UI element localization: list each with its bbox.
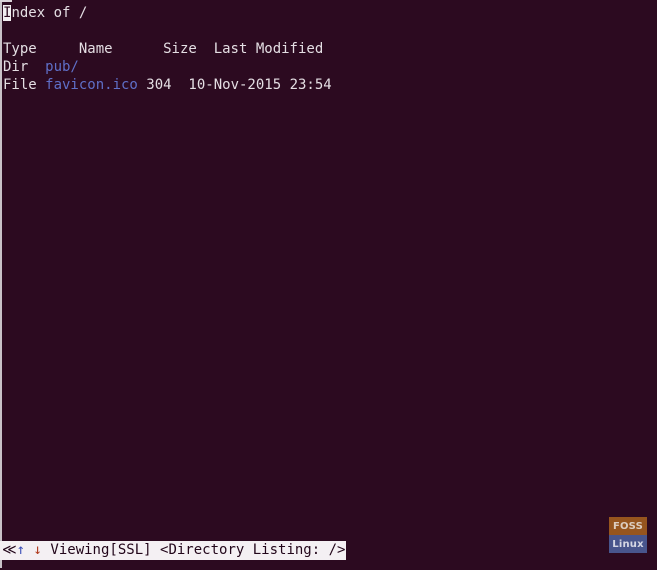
scroll-down-icon[interactable]: ↓ <box>34 542 42 558</box>
row-size: 304 <box>146 77 172 93</box>
row-last-modified: 10-Nov-2015 23:54 <box>188 77 332 93</box>
directory-link-pub[interactable]: pub/ <box>45 59 79 75</box>
watermark-linux-text: Linux <box>609 535 647 553</box>
column-header-type: Type <box>3 41 37 57</box>
terminal-screen: Index of / Type Name Size Last Modified Dir… <box>3 0 657 570</box>
status-security-badge: [SSL] <box>109 542 152 558</box>
foss-linux-watermark: FOSS Linux <box>609 517 647 553</box>
listing-header-row: Type Name Size Last Modified <box>3 40 323 58</box>
window-left-border <box>0 0 2 570</box>
page-title: Index of / <box>3 4 87 22</box>
status-document-title: <Directory Listing: /> <box>160 542 346 558</box>
column-header-name: Name <box>78 41 113 57</box>
status-mode: Viewing <box>50 542 110 558</box>
status-spacer-3 <box>152 542 160 558</box>
column-header-size: Size <box>163 41 197 57</box>
terminal-window[interactable]: Index of / Type Name Size Last Modified Dir… <box>0 0 657 570</box>
column-header-last-modified: Last Modified <box>213 41 324 57</box>
status-bar[interactable]: ≪↑ ↓ Viewing[SSL] <Directory Listing: /> <box>0 541 347 560</box>
file-link-favicon[interactable]: favicon.ico <box>45 76 146 94</box>
row-type: File <box>3 77 37 93</box>
page-title-text: ndex of / <box>11 5 88 21</box>
scroll-up-icon[interactable]: ↑ <box>17 542 25 558</box>
row-type: Dir <box>3 59 29 75</box>
back-icon[interactable]: ≪ <box>2 542 17 558</box>
watermark-foss-text: FOSS <box>609 517 647 535</box>
table-row[interactable]: File favicon.ico 304 10-Nov-2015 23:54 <box>3 76 332 94</box>
status-spacer-1 <box>25 542 33 558</box>
table-row[interactable]: Dir pub/ <box>3 58 79 76</box>
